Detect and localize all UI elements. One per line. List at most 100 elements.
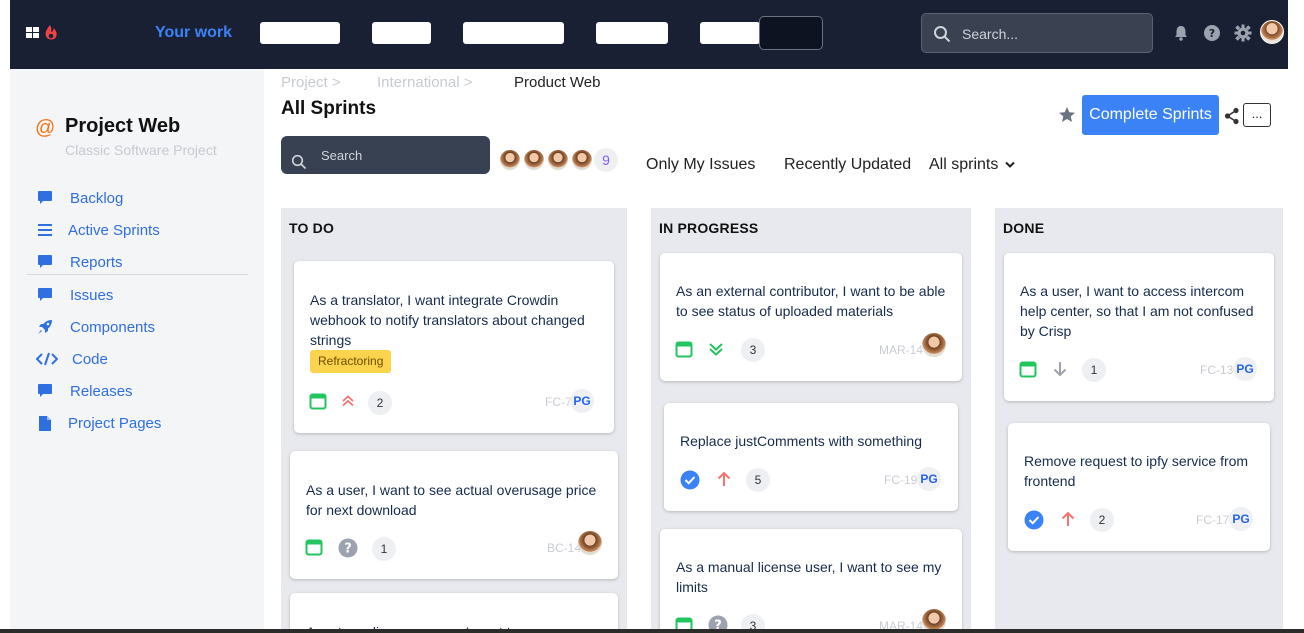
more-actions-button[interactable]: ... <box>1243 103 1271 127</box>
sidebar-item-reports[interactable]: Reports <box>36 250 123 274</box>
sidebar-item-code[interactable]: Code <box>36 347 108 371</box>
only-my-issues-filter[interactable]: Only My Issues <box>646 156 755 174</box>
story-points-badge: 2 <box>1090 508 1114 532</box>
recently-updated-filter[interactable]: Recently Updated <box>784 156 911 174</box>
issue-card[interactable]: As a translator, I want integrate Crowdi… <box>294 261 614 433</box>
column-title: IN PROGRESS <box>659 220 759 236</box>
chat-bubble-icon <box>36 189 54 207</box>
story-type-icon <box>305 539 323 556</box>
code-icon <box>36 350 58 368</box>
nav-menu-item-1[interactable] <box>260 22 340 44</box>
sidebar-item-project-pages[interactable]: Project Pages <box>36 411 161 435</box>
sidebar-item-backlog[interactable]: Backlog <box>36 186 123 210</box>
issue-key[interactable]: FC-7 <box>545 395 572 409</box>
app-logo-icon[interactable] <box>26 24 60 42</box>
sidebar-item-releases[interactable]: Releases <box>36 379 133 403</box>
nav-menu-item-4[interactable] <box>596 22 668 44</box>
issue-card[interactable]: As a team license owner, I want to use <box>290 593 618 633</box>
issue-key[interactable]: FC-13 <box>1200 363 1233 377</box>
issue-card[interactable]: Replace justComments with something 5 FC… <box>664 403 958 511</box>
breadcrumb-project[interactable]: Project > <box>281 74 341 91</box>
story-points-badge: 3 <box>741 338 765 362</box>
chat-bubble-icon <box>36 286 54 304</box>
search-placeholder: Search... <box>962 26 1019 42</box>
member-avatar[interactable] <box>546 148 570 172</box>
bell-icon[interactable] <box>1172 24 1190 42</box>
member-count-badge[interactable]: 9 <box>594 148 618 172</box>
sidebar-item-label: Backlog <box>70 189 124 207</box>
sidebar-item-label: Active Sprints <box>68 221 160 239</box>
story-type-icon <box>1019 361 1037 378</box>
member-avatar[interactable] <box>498 148 522 172</box>
sidebar-item-label: Issues <box>70 286 114 304</box>
issue-card[interactable]: As an external contributor, I want to be… <box>660 253 962 381</box>
rocket-icon <box>36 318 54 336</box>
assignee-badge[interactable]: PG <box>1229 507 1253 531</box>
page-title: All Sprints <box>281 98 377 119</box>
star-icon[interactable] <box>1058 106 1076 124</box>
project-at-icon: @ <box>35 117 56 139</box>
priority-low-icon <box>1053 362 1067 377</box>
checkmark-done-icon <box>680 470 700 490</box>
issue-key[interactable]: FC-17 <box>1196 513 1229 527</box>
gear-icon[interactable] <box>1234 24 1252 42</box>
issue-label-tag: Refractoring <box>310 350 392 373</box>
chat-bubble-icon <box>36 382 54 400</box>
create-button[interactable] <box>759 16 823 50</box>
priority-lowest-icon <box>709 343 723 356</box>
help-icon: ? <box>338 538 358 558</box>
assignee-avatar[interactable] <box>578 531 602 555</box>
issue-summary: As an external contributor, I want to be… <box>676 283 946 319</box>
svg-text:?: ? <box>1209 27 1215 40</box>
list-icon <box>36 221 54 239</box>
help-icon[interactable]: ? <box>1203 24 1221 42</box>
all-sprints-label: All sprints <box>929 156 999 173</box>
project-type: Classic Software Project <box>65 142 217 158</box>
global-search-input[interactable]: Search... <box>921 13 1153 53</box>
story-type-icon <box>675 341 693 358</box>
story-type-icon <box>309 393 327 410</box>
sidebar-item-label: Project Pages <box>68 414 162 432</box>
issue-card[interactable]: As a user, I want to access intercom hel… <box>1004 253 1274 401</box>
board-search-placeholder: Search <box>321 148 363 163</box>
window-bottom-edge <box>0 629 1304 633</box>
document-icon <box>36 414 54 432</box>
priority-high-icon <box>717 471 731 486</box>
assignee-badge[interactable]: PG <box>1233 357 1257 381</box>
breadcrumb-international[interactable]: International > <box>377 74 473 91</box>
issue-card[interactable]: As a manual license user, I want to see … <box>660 529 962 633</box>
issue-key[interactable]: MAR-14 <box>879 343 923 357</box>
project-sidebar: @ Project Web Classic Software Project B… <box>10 69 264 633</box>
project-name: Project Web <box>65 115 181 137</box>
chat-bubble-icon <box>36 253 54 271</box>
assignee-avatar[interactable] <box>922 333 946 357</box>
issue-summary: As a translator, I want integrate Crowdi… <box>310 292 585 348</box>
nav-menu-item-2[interactable] <box>372 22 431 44</box>
your-work-link[interactable]: Your work <box>155 24 232 42</box>
share-icon[interactable] <box>1224 107 1240 125</box>
sidebar-item-label: Releases <box>70 382 133 400</box>
user-avatar[interactable] <box>1260 20 1284 44</box>
sidebar-item-active-sprints[interactable]: Active Sprints <box>36 218 160 242</box>
issue-key[interactable]: FC-19 <box>884 473 917 487</box>
sidebar-item-components[interactable]: Components <box>36 315 155 339</box>
assignee-badge[interactable]: PG <box>917 467 941 491</box>
all-sprints-dropdown[interactable]: All sprints <box>929 156 1015 174</box>
board-search-input[interactable]: Search <box>281 136 490 174</box>
issue-summary: Remove request to ipfy service from fron… <box>1024 453 1249 489</box>
top-navbar: Your work Search... ? <box>10 0 1288 69</box>
issue-summary: As a user, I want to see actual overusag… <box>306 482 597 518</box>
search-icon <box>934 26 951 43</box>
assignee-badge[interactable]: PG <box>570 389 594 413</box>
breadcrumb-current: Product Web <box>514 74 601 91</box>
svg-text:?: ? <box>344 542 352 557</box>
nav-menu-item-3[interactable] <box>463 22 564 44</box>
sidebar-item-issues[interactable]: Issues <box>36 283 113 307</box>
issue-card[interactable]: As a user, I want to see actual overusag… <box>290 451 618 579</box>
nav-menu-item-5[interactable] <box>700 22 760 44</box>
member-avatar[interactable] <box>570 148 594 172</box>
member-avatar[interactable] <box>522 148 546 172</box>
issue-card[interactable]: Remove request to ipfy service from fron… <box>1008 423 1270 551</box>
complete-sprints-button[interactable]: Complete Sprints <box>1082 95 1219 135</box>
issue-key[interactable]: BC-14 <box>547 541 581 555</box>
